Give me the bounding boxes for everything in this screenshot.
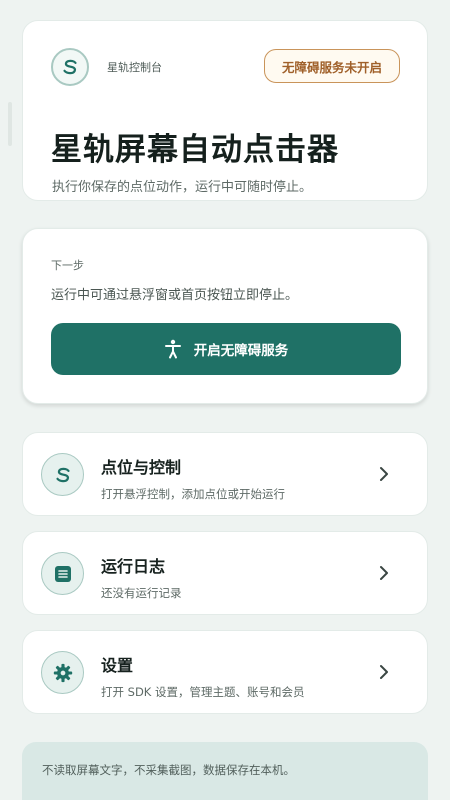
settings-icon — [41, 651, 84, 694]
page-subtitle: 执行你保存的点位动作，运行中可随时停止。 — [52, 180, 313, 195]
menu-item-settings[interactable]: 设置 打开 SDK 设置，管理主题、账号和会员 — [22, 630, 428, 714]
list-log-icon — [54, 565, 71, 582]
menu-item-subtitle: 还没有运行记录 — [101, 586, 182, 600]
menu-item-title: 点位与控制 — [101, 458, 182, 477]
menu-item-subtitle: 打开悬浮控制，添加点位或开始运行 — [101, 487, 285, 501]
header-card: 星轨控制台 无障碍服务未开启 星轨屏幕自动点击器 执行你保存的点位动作，运行中可… — [22, 20, 428, 201]
enable-accessibility-button[interactable]: 开启无障碍服务 — [51, 323, 401, 375]
brand-name: 星轨控制台 — [107, 61, 162, 74]
privacy-notice: 不读取屏幕文字，不采集截图，数据保存在本机。 — [22, 742, 428, 800]
menu-item-title: 运行日志 — [101, 557, 166, 576]
logo-s-icon — [55, 467, 70, 482]
chevron-right-icon — [380, 566, 388, 580]
brand-row: 星轨控制台 — [51, 48, 162, 86]
menu-item-subtitle: 打开 SDK 设置，管理主题、账号和会员 — [101, 685, 305, 699]
menu-item-points-control[interactable]: 点位与控制 打开悬浮控制，添加点位或开始运行 — [22, 432, 428, 516]
enable-accessibility-label: 开启无障碍服务 — [193, 343, 289, 359]
app-logo-icon — [51, 48, 89, 86]
menu-item-title: 设置 — [101, 656, 134, 675]
page-title: 星轨屏幕自动点击器 — [51, 132, 339, 168]
next-step-label: 下一步 — [51, 259, 84, 272]
chevron-right-icon — [380, 665, 388, 679]
next-step-card: 下一步 运行中可通过悬浮窗或首页按钮立即停止。 开启无障碍服务 — [22, 228, 428, 404]
menu-item-run-log[interactable]: 运行日志 还没有运行记录 — [22, 531, 428, 615]
logo-s-icon — [63, 59, 77, 75]
accessibility-status-badge: 无障碍服务未开启 — [263, 49, 400, 83]
points-control-icon — [41, 453, 84, 496]
run-log-icon — [41, 552, 84, 595]
chevron-right-icon — [380, 467, 388, 481]
edge-handle — [8, 102, 12, 146]
gear-icon — [53, 663, 72, 682]
privacy-notice-text: 不读取屏幕文字，不采集截图，数据保存在本机。 — [42, 763, 295, 777]
accessibility-icon — [164, 339, 181, 359]
next-step-description: 运行中可通过悬浮窗或首页按钮立即停止。 — [51, 288, 299, 303]
